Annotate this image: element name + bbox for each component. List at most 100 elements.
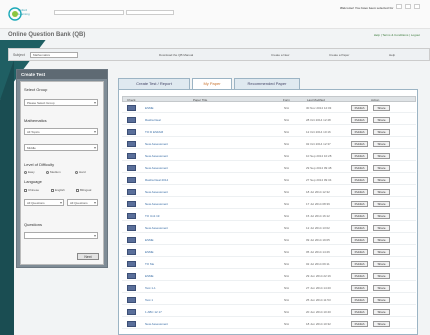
publish-button[interactable]: Publish (351, 105, 368, 111)
paper-icon[interactable] (127, 189, 136, 195)
table-row[interactable]: TO:D ESFAM N/A 12 Oct 2014 10:16 Publish Sha… (122, 127, 416, 137)
paper-icon[interactable] (127, 309, 136, 315)
table-row[interactable]: ESME N/A 09 Jul 2014 19:05 Publish Share (122, 235, 416, 245)
paper-title-link[interactable]: ESME (145, 250, 154, 254)
publish-button[interactable]: Publish (351, 309, 368, 315)
header-filter-field[interactable] (126, 10, 174, 15)
publish-button[interactable]: Publish (351, 201, 368, 207)
language-chinese-checkbox[interactable]: Chinese (24, 188, 39, 192)
paper-icon[interactable] (127, 177, 136, 183)
table-row[interactable]: New Assessment N/A 10 Sep 2014 10:28 Publis… (122, 151, 416, 161)
subject-select[interactable]: Mathematics (30, 52, 78, 58)
paper-title-link[interactable]: TO:D ESFAM (145, 130, 163, 134)
publish-button[interactable]: Publish (351, 297, 368, 303)
paper-title-link[interactable]: TO Me (145, 262, 154, 266)
tab-recommended-paper[interactable]: Recommended Paper (234, 78, 300, 89)
paper-icon[interactable] (127, 321, 136, 327)
download-manual-link[interactable]: Download the QB Manual (159, 53, 193, 57)
create-new-link[interactable]: Create a New (271, 53, 289, 57)
share-button[interactable]: Share (373, 237, 390, 243)
header-control-1[interactable] (396, 4, 403, 9)
table-row[interactable]: TO Unit 19 N/A 15 Jul 2014 16:12 Publish Sha… (122, 211, 416, 221)
terms-link[interactable]: Terms & Conditions (382, 33, 408, 37)
sub-topic-select[interactable]: Middle (24, 144, 98, 151)
publish-button[interactable]: Publish (351, 165, 368, 171)
paper-icon[interactable] (127, 105, 136, 111)
paper-title-link[interactable]: New Assessment (145, 226, 168, 230)
paper-icon[interactable] (127, 153, 136, 159)
group-select[interactable]: Please Select Group (24, 99, 98, 106)
paper-icon[interactable] (127, 201, 136, 207)
paper-icon[interactable] (127, 249, 136, 255)
publish-button[interactable]: Publish (351, 177, 368, 183)
share-button[interactable]: Share (373, 249, 390, 255)
share-button[interactable]: Share (373, 177, 390, 183)
topic-select[interactable]: All Topics (24, 128, 98, 135)
paper-title-link[interactable]: New Assessment (145, 202, 168, 206)
header-form[interactable]: Form (283, 98, 290, 102)
paper-title-link[interactable]: ESME (145, 274, 154, 278)
paper-icon[interactable] (127, 285, 136, 291)
header-search-field[interactable] (54, 10, 124, 15)
paper-title-link[interactable]: ESME (145, 106, 154, 110)
share-button[interactable]: Share (373, 321, 390, 327)
publish-button[interactable]: Publish (351, 273, 368, 279)
header-last-modified[interactable]: Last Modified (307, 98, 325, 102)
publish-button[interactable]: Publish (351, 213, 368, 219)
table-row[interactable]: New Assessment N/A 29 Sep 2014 09:48 Publis… (122, 163, 416, 173)
paper-icon[interactable] (127, 297, 136, 303)
share-button[interactable]: Share (373, 309, 390, 315)
paper-icon[interactable] (127, 273, 136, 279)
question-type-select[interactable]: All Questions (24, 199, 64, 206)
share-button[interactable]: Share (373, 213, 390, 219)
language-english-checkbox[interactable]: English (51, 188, 65, 192)
paper-icon[interactable] (127, 129, 136, 135)
help-action-link[interactable]: Help (389, 53, 395, 57)
difficulty-medium-radio[interactable]: Medium (46, 170, 61, 174)
publish-button[interactable]: Publish (351, 285, 368, 291)
share-button[interactable]: Share (373, 129, 390, 135)
paper-title-link[interactable]: New Assessment (145, 142, 168, 146)
share-button[interactable]: Share (373, 225, 390, 231)
share-button[interactable]: Share (373, 141, 390, 147)
tab-create-test-report[interactable]: Create Test / Report (118, 78, 190, 89)
paper-icon[interactable] (127, 213, 136, 219)
share-button[interactable]: Share (373, 105, 390, 111)
table-row[interactable]: ESME N/A 05 Jul 2014 14:26 Publish Share (122, 247, 416, 257)
share-button[interactable]: Share (373, 165, 390, 171)
paper-title-link[interactable]: New Assessment (145, 154, 168, 158)
publish-button[interactable]: Publish (351, 261, 368, 267)
paper-title-link[interactable]: TO Unit 19 (145, 214, 159, 218)
share-button[interactable]: Share (373, 261, 390, 267)
table-row[interactable]: New Assessment N/A 17 Jul 2014 08:39 Publis… (122, 199, 416, 209)
logout-link[interactable]: Logout (411, 33, 420, 37)
language-bilingual-checkbox[interactable]: Bilingual (76, 188, 91, 192)
share-button[interactable]: Share (373, 285, 390, 291)
table-row[interactable]: ESME N/A 29 Jun 2014 22:16 Publish Share (122, 271, 416, 281)
table-row[interactable]: New Assessment N/A 12 Jul 2014 13:02 Publis… (122, 223, 416, 233)
paper-title-link[interactable]: New Assessment (145, 190, 168, 194)
publish-button[interactable]: Publish (351, 225, 368, 231)
tab-my-paper[interactable]: My Paper (192, 78, 232, 89)
publish-button[interactable]: Publish (351, 129, 368, 135)
publish-button[interactable]: Publish (351, 237, 368, 243)
paper-icon[interactable] (127, 237, 136, 243)
publish-button[interactable]: Publish (351, 249, 368, 255)
table-row[interactable]: ESME N/A 30 Nov 2014 12:03 Publish Share (122, 103, 416, 113)
header-paper-title[interactable]: Paper Title (193, 98, 207, 102)
publish-button[interactable]: Publish (351, 189, 368, 195)
share-button[interactable]: Share (373, 201, 390, 207)
paper-title-link[interactable]: Rasha Deal (145, 118, 161, 122)
paper-title-link[interactable]: 1 ABC 12 17 (145, 310, 162, 314)
paper-icon[interactable] (127, 165, 136, 171)
paper-icon[interactable] (127, 141, 136, 147)
table-row[interactable]: New Assessment N/A 18 Jul 2014 12:32 Publis… (122, 187, 416, 197)
publish-button[interactable]: Publish (351, 141, 368, 147)
paper-title-link[interactable]: ESME (145, 238, 154, 242)
table-row[interactable]: Test 1-1 N/A 27 Jun 2014 14:20 Publish Share (122, 283, 416, 293)
paper-title-link[interactable]: New Assessment (145, 166, 168, 170)
table-row[interactable]: Rasha Deal 2014 N/A 27 Sep 2014 09:34 Publi… (122, 175, 416, 185)
share-button[interactable]: Share (373, 153, 390, 159)
header-control-2[interactable] (405, 4, 412, 9)
difficulty-easy-radio[interactable]: Easy (24, 170, 35, 174)
